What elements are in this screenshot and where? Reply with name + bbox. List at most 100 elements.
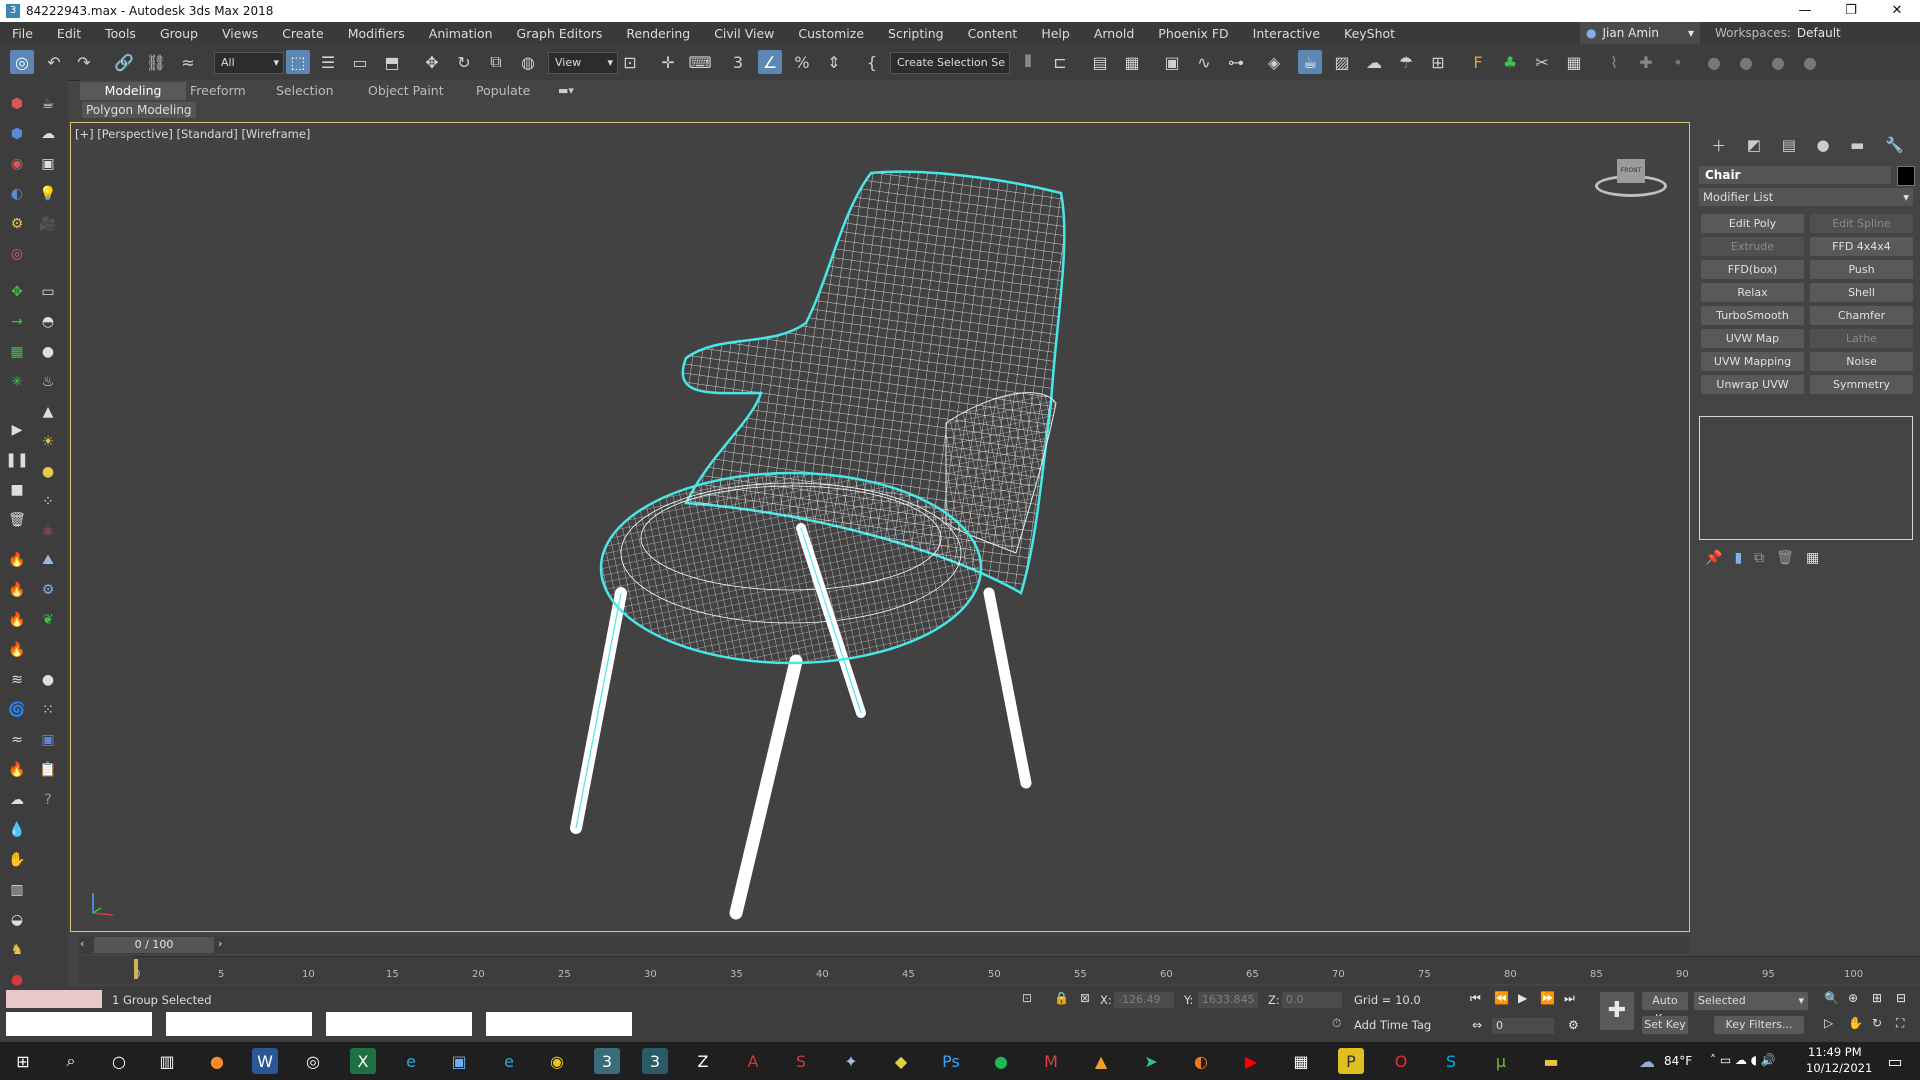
- system-icon[interactable]: ◎: [5, 242, 29, 266]
- menu-graph-editors[interactable]: Graph Editors: [505, 26, 615, 41]
- modifier-button[interactable]: FFD 4x4x4: [1810, 237, 1913, 256]
- water-icon[interactable]: 💧: [5, 818, 29, 842]
- sphere-light-icon[interactable]: ●: [36, 340, 60, 364]
- trash-icon[interactable]: 🗑: [5, 508, 29, 532]
- motion-tab-icon[interactable]: ●: [1816, 136, 1829, 154]
- rectangular-selection-icon[interactable]: ▭: [348, 50, 372, 74]
- time-config-icon[interactable]: ⚙: [1568, 1018, 1579, 1032]
- menu-edit[interactable]: Edit: [45, 26, 93, 41]
- rider-icon[interactable]: ♞: [5, 938, 29, 962]
- menu-civil-view[interactable]: Civil View: [702, 26, 786, 41]
- modifier-list-dropdown[interactable]: Modifier List ▾: [1699, 188, 1913, 206]
- menu-keyshot[interactable]: KeyShot: [1332, 26, 1407, 41]
- redo-icon[interactable]: ↷: [72, 50, 96, 74]
- fire-icon[interactable]: 🔥: [5, 548, 29, 572]
- skype-icon[interactable]: S: [1438, 1048, 1464, 1074]
- windows-start-icon[interactable]: ⊞: [10, 1048, 36, 1074]
- timeline-track[interactable]: 0 5 10 15 20 25 30 35 40 45 50 55 60 65 …: [78, 956, 1920, 984]
- y-coordinate-field[interactable]: 1633.845: [1198, 992, 1258, 1008]
- menu-phoenix-fd[interactable]: Phoenix FD: [1146, 26, 1240, 41]
- fire-icon-2[interactable]: 🔥: [5, 578, 29, 602]
- sun-icon[interactable]: ☀: [36, 430, 60, 454]
- gear-blue-icon[interactable]: ⚙: [36, 578, 60, 602]
- zbrush-icon[interactable]: Z: [690, 1048, 716, 1074]
- phoenix-fd-icon[interactable]: F: [1466, 50, 1490, 74]
- selection-lock-icon[interactable]: 🔒: [1054, 991, 1069, 1005]
- zoom-icon[interactable]: 🔍: [1824, 991, 1839, 1005]
- select-manipulate-icon[interactable]: ✛: [656, 50, 680, 74]
- reference-coordinate-dropdown[interactable]: View ▾: [548, 52, 618, 74]
- blender-icon[interactable]: ◐: [1188, 1048, 1214, 1074]
- taskbar-thumb-4[interactable]: [486, 1012, 632, 1036]
- zoom-extents-icon[interactable]: ⊞: [1872, 991, 1882, 1005]
- modifier-button[interactable]: Edit Poly: [1701, 214, 1804, 233]
- chrome-icon[interactable]: ◉: [544, 1048, 570, 1074]
- taskbar-thumb-2[interactable]: [166, 1012, 312, 1036]
- vray-icon[interactable]: S: [788, 1048, 814, 1074]
- menu-customize[interactable]: Customize: [786, 26, 876, 41]
- play-animation-icon[interactable]: ▶: [1518, 991, 1527, 1005]
- modifier-button[interactable]: FFD(box): [1701, 260, 1804, 279]
- hierarchy-tab-icon[interactable]: ▤: [1782, 136, 1796, 154]
- place-icon[interactable]: ◍: [516, 50, 540, 74]
- clipboard-icon[interactable]: 📋: [36, 758, 60, 782]
- tab-freeform[interactable]: Freeform: [180, 82, 256, 100]
- remove-modifier-icon[interactable]: 🗑: [1776, 550, 1794, 566]
- viewcube[interactable]: FRONT: [1591, 153, 1671, 203]
- quick-ribbon-icon[interactable]: ◎: [10, 50, 34, 74]
- named-selection-set-dropdown[interactable]: Create Selection Se ▾: [890, 52, 1010, 89]
- warning-icon[interactable]: ▲: [1088, 1048, 1114, 1074]
- layer-explorer-icon[interactable]: ▦: [1120, 50, 1144, 74]
- camera-icon[interactable]: 🎥: [36, 212, 60, 236]
- task-view-icon[interactable]: ▥: [154, 1048, 180, 1074]
- particles-icon[interactable]: ⁙: [36, 698, 60, 722]
- time-slider[interactable]: ‹ 0 / 100 ›: [78, 936, 1690, 954]
- select-by-name-icon[interactable]: ☰: [316, 50, 340, 74]
- menu-scripting[interactable]: Scripting: [876, 26, 956, 41]
- hand-icon[interactable]: ✋: [5, 848, 29, 872]
- perspective-viewport[interactable]: [+] [Perspective] [Standard] [Wireframe]: [70, 122, 1690, 932]
- menu-animation[interactable]: Animation: [417, 26, 505, 41]
- modifier-stack[interactable]: [1699, 416, 1913, 540]
- cortana-icon[interactable]: ○: [106, 1048, 132, 1074]
- modifier-button[interactable]: Push: [1810, 260, 1913, 279]
- lasso-icon[interactable]: ⌇: [1602, 50, 1626, 74]
- bind-spacewarp-icon[interactable]: ≈: [176, 50, 200, 74]
- ribbon-sub-label[interactable]: Polygon Modeling: [82, 102, 196, 118]
- modifier-button[interactable]: Symmetry: [1810, 375, 1913, 394]
- plane-icon[interactable]: ▭: [36, 280, 60, 304]
- show-end-result-icon[interactable]: ▮: [1734, 550, 1742, 566]
- fire-icon-3[interactable]: 🔥: [5, 608, 29, 632]
- taskbar-thumb-1[interactable]: [6, 1012, 152, 1036]
- menu-arnold[interactable]: Arnold: [1082, 26, 1146, 41]
- box-icon[interactable]: ⬢: [5, 122, 29, 146]
- previous-key-icon[interactable]: ⏪: [1494, 991, 1509, 1005]
- x-coordinate-field[interactable]: -126.49: [1114, 992, 1174, 1008]
- window-crossing-icon[interactable]: ⬒: [380, 50, 404, 74]
- isolate-selection-icon[interactable]: ⊡: [1022, 991, 1032, 1005]
- modifier-button[interactable]: Extrude: [1701, 237, 1804, 256]
- auto-key-button[interactable]: Auto Key: [1642, 992, 1688, 1025]
- acrobat-icon[interactable]: A: [740, 1048, 766, 1074]
- firefox-icon[interactable]: ●: [204, 1048, 230, 1074]
- helper-icon[interactable]: ⚙: [5, 212, 29, 236]
- davinci-icon[interactable]: ✦: [838, 1048, 864, 1074]
- create-tab-icon[interactable]: ＋: [1711, 135, 1726, 156]
- pan-icon[interactable]: ✋: [1848, 1016, 1863, 1030]
- object-color-swatch[interactable]: [1897, 166, 1915, 186]
- scale-icon[interactable]: ⧉: [484, 50, 508, 74]
- move-icon[interactable]: ✥: [420, 50, 444, 74]
- table-icon[interactable]: ▦: [1562, 50, 1586, 74]
- fluid-icon[interactable]: ≋: [5, 668, 29, 692]
- plant-icon[interactable]: ❦: [36, 608, 60, 632]
- edge-icon[interactable]: e: [398, 1048, 424, 1074]
- stop-icon[interactable]: ■: [5, 478, 29, 502]
- next-key-icon[interactable]: ⏩: [1540, 991, 1555, 1005]
- align-icon[interactable]: ⊏: [1048, 50, 1072, 74]
- youtube-icon[interactable]: ▶: [1238, 1048, 1264, 1074]
- link-icon[interactable]: 🔗: [112, 50, 136, 74]
- modifier-button[interactable]: Lathe: [1810, 329, 1913, 348]
- pin-stack-icon[interactable]: 📌: [1705, 550, 1722, 566]
- modifier-button[interactable]: Edit Spline: [1810, 214, 1913, 233]
- play-icon[interactable]: ▶: [5, 418, 29, 442]
